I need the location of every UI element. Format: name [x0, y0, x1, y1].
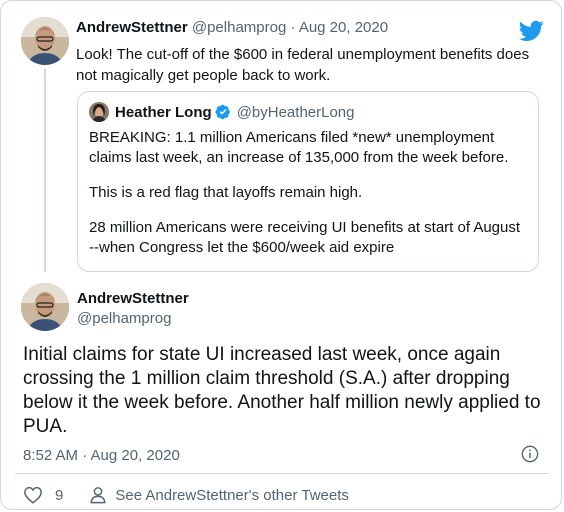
heart-icon[interactable] — [23, 486, 43, 504]
see-other-tweets-link[interactable]: See AndrewStettner's other Tweets — [115, 487, 349, 504]
main-author-name[interactable]: AndrewStettner — [77, 289, 189, 309]
quoted-paragraph: BREAKING: 1.1 million Americans filed *n… — [89, 129, 509, 166]
thread-connector-line — [44, 69, 46, 272]
embedded-tweet-card: AndrewStettner @pelhamprog · Aug 20, 202… — [0, 0, 562, 510]
info-icon[interactable] — [521, 445, 539, 463]
quoted-tweet-card[interactable]: Heather Long @byHeatherLong BREAKING: 1.… — [77, 91, 539, 272]
quoted-tweet-text: BREAKING: 1.1 million Americans filed *n… — [89, 128, 529, 273]
main-author-avatar[interactable] — [21, 283, 69, 331]
quoted-author-handle: @byHeatherLong — [236, 103, 355, 121]
reply-tweet-header: AndrewStettner @pelhamprog · Aug 20, 202… — [76, 19, 388, 36]
main-tweet-header: AndrewStettner @pelhamprog — [77, 289, 189, 329]
main-tweet-timestamp[interactable]: 8:52 AM · Aug 20, 2020 — [23, 447, 180, 464]
like-count[interactable]: 9 — [55, 487, 63, 504]
reply-tweet-text: Look! The cut-off of the $600 in federal… — [76, 46, 530, 84]
twitter-bird-icon[interactable] — [519, 20, 544, 42]
meta-separator: · — [290, 19, 296, 36]
main-author-handle[interactable]: @pelhamprog — [77, 309, 189, 329]
quoted-author-name: Heather Long — [115, 103, 212, 121]
action-bar-divider — [15, 473, 549, 474]
quoted-paragraph: 28 million Americans were receiving UI b… — [89, 219, 521, 256]
quoted-tweet-header: Heather Long @byHeatherLong — [89, 102, 355, 122]
reply-author-name[interactable]: AndrewStettner — [76, 19, 188, 36]
reply-author-avatar[interactable] — [21, 17, 69, 65]
person-icon — [90, 487, 106, 504]
main-tweet-text: Initial claims for state UI increased la… — [23, 344, 541, 437]
action-bar: 9 See AndrewStettner's other Tweets — [23, 486, 349, 504]
reply-tweet-date[interactable]: Aug 20, 2020 — [299, 19, 388, 36]
verified-badge-icon — [215, 104, 230, 120]
reply-author-handle[interactable]: @pelhamprog — [192, 19, 286, 36]
quoted-paragraph: This is a red flag that layoffs remain h… — [89, 184, 363, 201]
quoted-author-avatar — [89, 102, 109, 122]
